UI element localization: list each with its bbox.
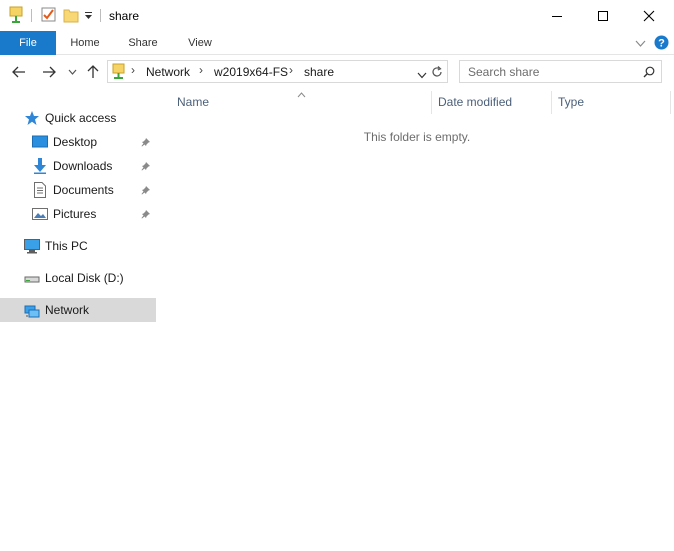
breadcrumb-chevron-icon[interactable]: › — [289, 63, 293, 77]
svg-text:?: ? — [658, 38, 665, 50]
pictures-icon — [32, 206, 48, 222]
network-folder-icon — [112, 63, 126, 83]
tab-view[interactable]: View — [178, 31, 222, 55]
sidebar-item-label: Pictures — [53, 207, 97, 221]
breadcrumb-chevron-icon[interactable]: › — [131, 63, 135, 77]
search-icon[interactable] — [643, 66, 655, 81]
column-header-date-modified[interactable]: Date modified — [438, 95, 512, 109]
window-title: share — [109, 9, 140, 23]
breadcrumb-chevron-icon[interactable]: › — [199, 63, 203, 77]
sidebar-item-label: Downloads — [53, 159, 113, 173]
column-header-type[interactable]: Type — [558, 95, 584, 109]
pin-icon[interactable] — [141, 136, 151, 150]
sidebar-item-label: Network — [45, 303, 90, 317]
sidebar-item-label: Desktop — [53, 135, 98, 149]
sidebar-item-label: Documents — [53, 183, 114, 197]
sidebar-item-pictures[interactable]: Pictures — [0, 202, 156, 226]
minimize-icon[interactable] — [534, 0, 580, 31]
empty-folder-message: This folder is empty. — [363, 130, 471, 144]
address-dropdown-icon[interactable] — [417, 68, 427, 82]
navigation-pane: Quick access Desktop Downloads Documents — [0, 89, 158, 551]
tab-share[interactable]: Share — [120, 31, 166, 55]
column-divider[interactable] — [670, 91, 671, 114]
sidebar-item-label: Local Disk (D:) — [45, 271, 124, 285]
pin-icon[interactable] — [141, 160, 151, 174]
sidebar-item-downloads[interactable]: Downloads — [0, 154, 156, 178]
breadcrumb-server[interactable]: w2019x64-FS — [214, 65, 288, 79]
pin-icon[interactable] — [141, 184, 151, 198]
sidebar-item-network[interactable]: Network — [0, 298, 156, 322]
search-input[interactable]: Search share — [459, 60, 662, 83]
computer-icon — [24, 238, 40, 254]
checkmark-icon[interactable] — [41, 7, 57, 26]
drive-icon — [24, 270, 40, 286]
breadcrumb-share[interactable]: share — [304, 65, 334, 79]
navigation-bar: › Network › w2019x64-FS › share Search s… — [0, 55, 674, 89]
title-bar: share — [0, 0, 674, 31]
maximize-icon[interactable] — [580, 0, 626, 31]
tab-home[interactable]: Home — [62, 31, 108, 55]
ribbon-tabs: File Home Share View ? — [0, 31, 674, 55]
back-arrow-icon[interactable] — [10, 63, 28, 81]
column-divider[interactable] — [551, 91, 552, 114]
sidebar-item-label: This PC — [45, 239, 88, 253]
sidebar-item-local-disk[interactable]: Local Disk (D:) — [0, 266, 156, 290]
breadcrumb-network[interactable]: Network — [146, 65, 190, 79]
sidebar-item-quick-access[interactable]: Quick access — [0, 106, 156, 130]
help-icon[interactable]: ? — [654, 35, 669, 53]
sidebar-item-label: Quick access — [45, 111, 117, 125]
refresh-icon[interactable] — [427, 60, 448, 83]
column-header-name[interactable]: Name — [177, 95, 209, 109]
network-icon — [24, 302, 40, 318]
properties-icon[interactable] — [9, 6, 23, 27]
pin-icon[interactable] — [141, 208, 151, 222]
documents-icon — [32, 182, 48, 198]
tab-file[interactable]: File — [0, 31, 56, 55]
expand-ribbon-icon[interactable] — [635, 37, 646, 51]
column-headers: Name Date modified Type — [160, 89, 674, 115]
toolbar-divider — [100, 9, 101, 22]
up-arrow-icon[interactable] — [85, 63, 101, 81]
star-icon — [24, 110, 40, 126]
sidebar-item-documents[interactable]: Documents — [0, 178, 156, 202]
sidebar-item-desktop[interactable]: Desktop — [0, 130, 156, 154]
new-folder-icon[interactable] — [63, 7, 79, 26]
address-bar[interactable]: › Network › w2019x64-FS › share — [107, 60, 448, 83]
downloads-icon — [32, 158, 48, 174]
recent-locations-icon[interactable] — [66, 63, 78, 81]
search-placeholder: Search share — [468, 65, 540, 79]
forward-arrow-icon[interactable] — [40, 63, 58, 81]
sort-ascending-icon — [297, 87, 306, 101]
toolbar-divider — [31, 9, 32, 22]
desktop-icon — [32, 134, 48, 150]
column-divider[interactable] — [431, 91, 432, 114]
close-icon[interactable] — [626, 0, 672, 31]
customize-dropdown-icon[interactable] — [84, 10, 93, 24]
sidebar-item-this-pc[interactable]: This PC — [0, 234, 156, 258]
